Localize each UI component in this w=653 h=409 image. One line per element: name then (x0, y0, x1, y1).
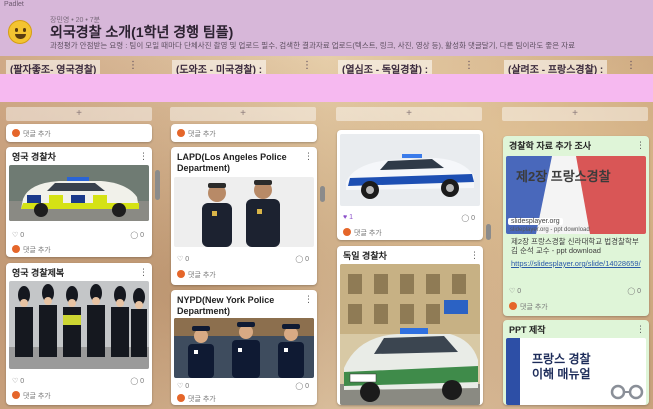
post-card-de-car[interactable]: 독일 경찰차 ⋮ (337, 246, 483, 405)
post-title: 영국 경찰제복 (12, 268, 65, 278)
reply-link[interactable]: 댓글 추가 (343, 228, 382, 238)
column-de-scrollbar[interactable] (486, 224, 491, 240)
thumbnail-caption: slideplayer.org - ppt download (510, 227, 590, 233)
link-summary: 제2장 프랑스경찰 신라대학교 법경찰학부 김 순석 교수 - ppt down… (511, 237, 639, 255)
column-de-menu-icon[interactable]: ⋮ (464, 60, 474, 71)
post-menu-icon[interactable]: ⋮ (139, 267, 148, 278)
comment-count[interactable]: ◯ 0 (461, 214, 475, 222)
add-post-button-fr[interactable]: + (502, 107, 648, 121)
column-uk-scrollbar[interactable] (155, 170, 160, 200)
column-us-scrollbar[interactable] (320, 186, 325, 202)
reply-link[interactable]: 댓글 추가 (177, 270, 216, 280)
comment-count[interactable]: ◯ 0 (130, 231, 144, 239)
like-count[interactable]: ♡ 0 (177, 255, 189, 263)
uk-police-uniform-image[interactable] (9, 281, 149, 369)
thumbnail-title: 제2장 프랑스경찰 (516, 169, 611, 184)
column-fr-menu-icon[interactable]: ⋮ (626, 60, 636, 71)
lapd-officers-image[interactable] (174, 177, 314, 247)
reply-link[interactable]: 댓글 추가 (177, 129, 216, 139)
column-header-us[interactable]: (도와조 - 미국경찰) : (172, 60, 267, 76)
us-previous-card-footer: 댓글 추가 (171, 124, 317, 142)
reply-icon (12, 245, 20, 253)
like-count[interactable]: ♡ 0 (12, 231, 24, 239)
post-card-de-race-car[interactable]: ⋮ ♥ 1 ◯ 0 댓글 추가 (337, 130, 483, 240)
post-title: 영국 경찰차 (12, 152, 56, 162)
post-menu-icon[interactable]: ⋮ (636, 324, 645, 335)
add-post-button-uk[interactable]: + (6, 107, 152, 121)
ppt-cover-stripe (506, 338, 520, 405)
post-title: LAPD(Los Angeles Police Department) (177, 152, 287, 173)
post-menu-icon[interactable]: ⋮ (304, 151, 313, 162)
post-menu-icon[interactable]: ⋮ (636, 140, 645, 151)
post-card-ppt[interactable]: PPT 제작 ⋮ 프랑스 경찰 이해 매뉴얼 (503, 320, 649, 405)
link-site-chip: slidesplayer.org (508, 218, 563, 225)
add-post-button-us[interactable]: + (170, 107, 316, 121)
column-header-de[interactable]: (열심조 - 독일경찰) : (338, 60, 433, 76)
board-header: Padlet 장민영 • 20 • 7분 외국경찰 소개(1학년 경행 팀플) … (0, 0, 653, 56)
post-title: NYPD(New York Police Department) (177, 295, 275, 316)
column-us-menu-icon[interactable]: ⋮ (302, 60, 312, 71)
post-card-nypd[interactable]: NYPD(New York Police Department) ⋮ ♡ 0 ◯… (171, 290, 317, 405)
post-menu-icon[interactable]: ⋮ (304, 294, 313, 305)
reply-icon (177, 129, 185, 137)
ppt-title-line2: 이해 매뉴얼 (532, 367, 591, 381)
comment-count[interactable]: ◯ 0 (130, 377, 144, 385)
like-count[interactable]: ♥ 1 (343, 214, 353, 221)
post-card-uk-car[interactable]: 영국 경찰차 ⋮ ♡ 0 ◯ 0 댓글 추가 (6, 147, 152, 257)
like-count[interactable]: ♡ 0 (12, 377, 24, 385)
like-count[interactable]: ♡ 0 (509, 287, 521, 295)
uk-previous-card-footer: 댓글 추가 (6, 124, 152, 142)
reply-icon (12, 391, 20, 399)
reply-link[interactable]: 댓글 추가 (509, 302, 548, 312)
brand-label: Padlet (4, 1, 24, 8)
reply-icon (343, 228, 351, 236)
post-card-uk-uniform[interactable]: 영국 경찰제복 ⋮ ♡ 0 ◯ 0 댓글 추가 (6, 263, 152, 405)
comment-count[interactable]: ◯ 0 (627, 287, 641, 295)
post-card-fr-research[interactable]: 경찰학 자료 추가 조사 ⋮ 제2장 프랑스경찰 slidesplayer.or… (503, 136, 649, 316)
section-band (0, 74, 653, 102)
nypd-officers-image[interactable] (174, 318, 314, 378)
uk-police-car-image[interactable] (9, 165, 149, 221)
de-race-police-car-image[interactable] (340, 134, 480, 206)
reply-icon (177, 394, 185, 402)
post-title: 경찰학 자료 추가 조사 (509, 141, 592, 151)
column-header-fr[interactable]: (살려조 - 프랑스경찰) : (504, 60, 608, 76)
reply-link[interactable]: 댓글 추가 (12, 129, 51, 139)
post-menu-icon[interactable]: ⋮ (470, 250, 479, 261)
reply-icon (12, 129, 20, 137)
link-url[interactable]: https://slidesplayer.org/slide/14028659/ (511, 259, 647, 269)
fr-ppt-thumbnail[interactable]: 제2장 프랑스경찰 slidesplayer.org slideplayer.o… (506, 156, 646, 234)
like-count[interactable]: ♡ 0 (177, 382, 189, 390)
handcuffs-icon (610, 384, 644, 400)
post-title: 독일 경찰차 (343, 251, 387, 261)
reply-icon (177, 270, 185, 278)
board-description: 과정평가 안점받는 요령 : 팀이 모일 때마다 단체사진 촬영 및 업로드 필… (50, 41, 575, 50)
comment-count[interactable]: ◯ 0 (295, 382, 309, 390)
column-uk-menu-icon[interactable]: ⋮ (128, 60, 138, 71)
reply-link[interactable]: 댓글 추가 (177, 394, 216, 404)
post-card-lapd[interactable]: LAPD(Los Angeles Police Department) ⋮ ♡ … (171, 147, 317, 285)
board-title: 외국경찰 소개(1학년 경행 팀플) (50, 24, 234, 40)
comment-count[interactable]: ◯ 0 (295, 255, 309, 263)
column-header-uk[interactable]: (팔자좋조- 영국경찰) (6, 60, 101, 76)
add-post-button-de[interactable]: + (336, 107, 482, 121)
reply-link[interactable]: 댓글 추가 (12, 245, 51, 255)
post-title: PPT 제작 (509, 325, 546, 335)
board-emoji-avatar (8, 20, 32, 44)
de-police-car-image[interactable] (340, 264, 480, 405)
ppt-cover-image[interactable]: 프랑스 경찰 이해 매뉴얼 (506, 338, 646, 405)
reply-icon (509, 302, 517, 310)
reply-link[interactable]: 댓글 추가 (12, 391, 51, 401)
post-menu-icon[interactable]: ⋮ (139, 151, 148, 162)
